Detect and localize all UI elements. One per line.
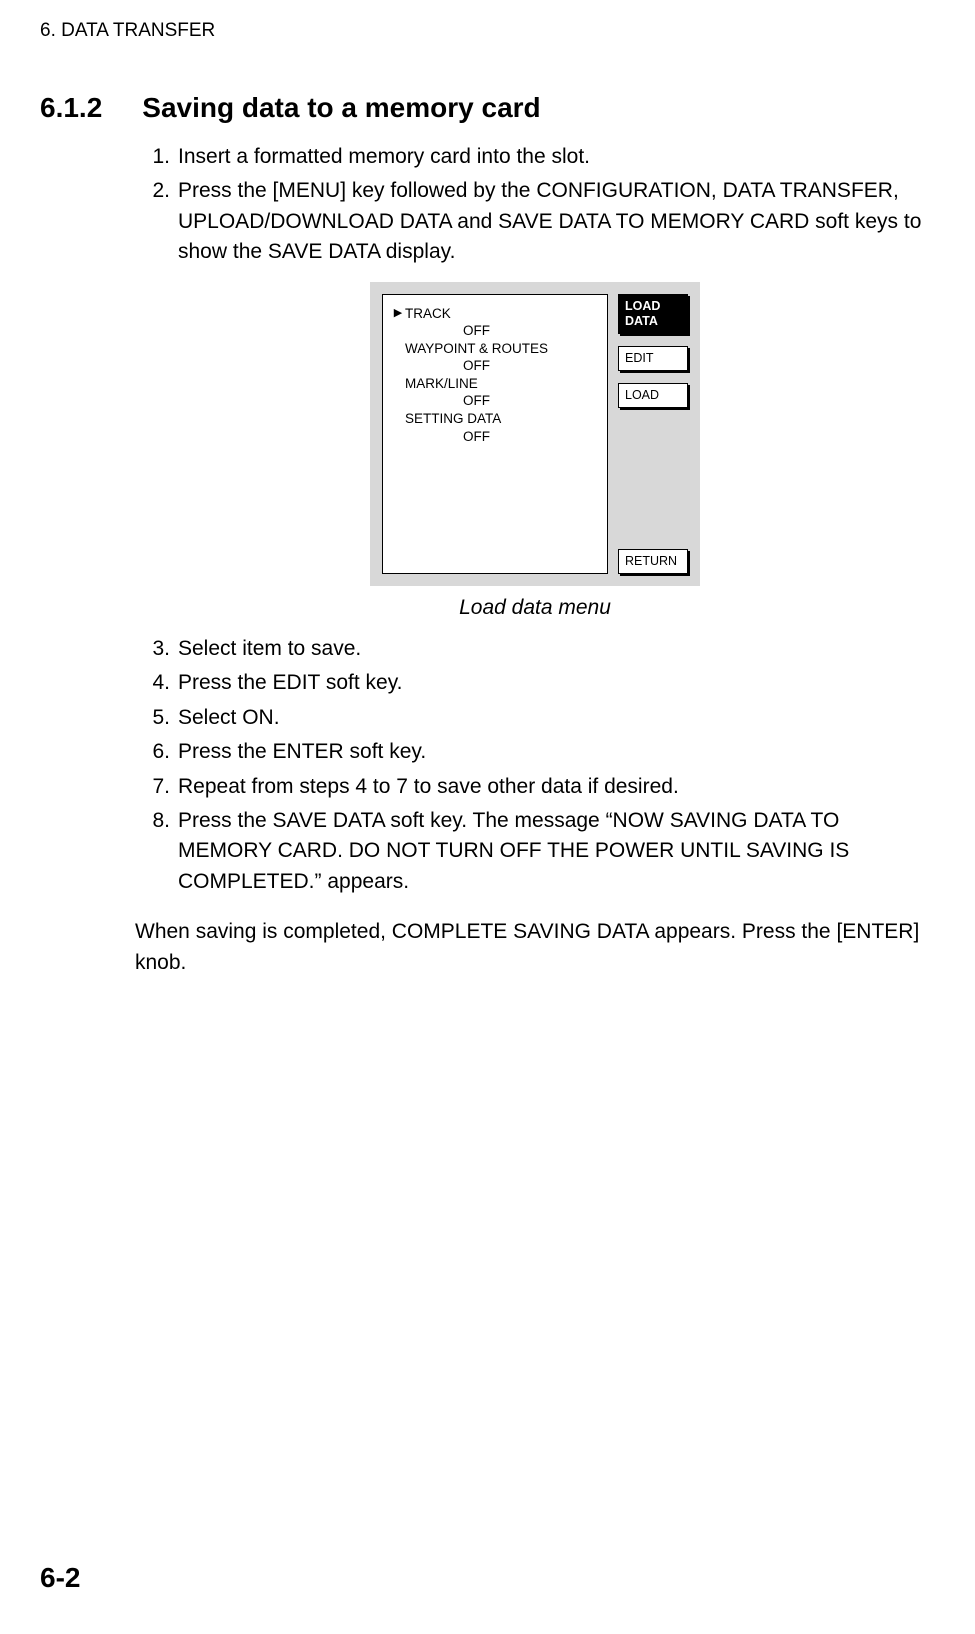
menu-item-name: MARK/LINE: [405, 375, 478, 393]
step-item: 5. Select ON.: [135, 703, 935, 733]
device-screen-panel: ▶ TRACK OFF WAYPOINT & ROUTES OFF MARK/L…: [370, 282, 700, 586]
step-item: 7. Repeat from steps 4 to 7 to save othe…: [135, 772, 935, 802]
menu-item-value: OFF: [405, 428, 490, 446]
step-text: Press the SAVE DATA soft key. The messag…: [178, 806, 935, 897]
softkey-return[interactable]: RETURN: [618, 549, 688, 574]
softkey-edit[interactable]: EDIT: [618, 346, 688, 371]
softkey-load[interactable]: LOAD: [618, 383, 688, 408]
step-number: 4.: [135, 668, 170, 698]
step-text: Press the ENTER soft key.: [178, 737, 935, 767]
step-text: Press the EDIT soft key.: [178, 668, 935, 698]
figure: ▶ TRACK OFF WAYPOINT & ROUTES OFF MARK/L…: [135, 282, 935, 586]
cursor-icon: ▶: [394, 306, 402, 320]
step-item: 3. Select item to save.: [135, 634, 935, 664]
softkey-column: LOAD DATA EDIT LOAD RETURN: [618, 294, 688, 574]
menu-item-name: WAYPOINT & ROUTES: [405, 340, 548, 358]
step-text: Insert a formatted memory card into the …: [178, 142, 935, 172]
closing-paragraph: When saving is completed, COMPLETE SAVIN…: [135, 917, 935, 978]
page-number: 6-2: [40, 1562, 80, 1594]
step-text: Press the [MENU] key followed by the CON…: [178, 176, 935, 267]
menu-screen: ▶ TRACK OFF WAYPOINT & ROUTES OFF MARK/L…: [382, 294, 608, 574]
step-number: 6.: [135, 737, 170, 767]
step-item: 6. Press the ENTER soft key.: [135, 737, 935, 767]
step-number: 7.: [135, 772, 170, 802]
step-list-before: 1. Insert a formatted memory card into t…: [135, 142, 935, 268]
step-number: 2.: [135, 176, 170, 206]
step-item: 2. Press the [MENU] key followed by the …: [135, 176, 935, 267]
step-item: 1. Insert a formatted memory card into t…: [135, 142, 935, 172]
section-name: Saving data to a memory card: [142, 92, 540, 124]
step-text: Repeat from steps 4 to 7 to save other d…: [178, 772, 935, 802]
section-title: 6.1.2 Saving data to a memory card: [40, 92, 935, 124]
step-number: 8.: [135, 806, 170, 836]
figure-caption: Load data menu: [135, 596, 935, 620]
menu-item-name: SETTING DATA: [405, 410, 501, 428]
step-list-after: 3. Select item to save. 4. Press the EDI…: [135, 634, 935, 898]
menu-item-name: TRACK: [405, 305, 451, 323]
step-text: Select ON.: [178, 703, 935, 733]
step-item: 8. Press the SAVE DATA soft key. The mes…: [135, 806, 935, 897]
step-text: Select item to save.: [178, 634, 935, 664]
softkey-load-data[interactable]: LOAD DATA: [618, 294, 688, 334]
step-number: 1.: [135, 142, 170, 172]
chapter-header: 6. DATA TRANSFER: [40, 20, 935, 42]
step-item: 4. Press the EDIT soft key.: [135, 668, 935, 698]
step-number: 5.: [135, 703, 170, 733]
section-number: 6.1.2: [40, 92, 102, 124]
menu-item-value: OFF: [405, 392, 490, 410]
step-number: 3.: [135, 634, 170, 664]
menu-item-value: OFF: [405, 357, 490, 375]
menu-item-value: OFF: [405, 322, 490, 340]
